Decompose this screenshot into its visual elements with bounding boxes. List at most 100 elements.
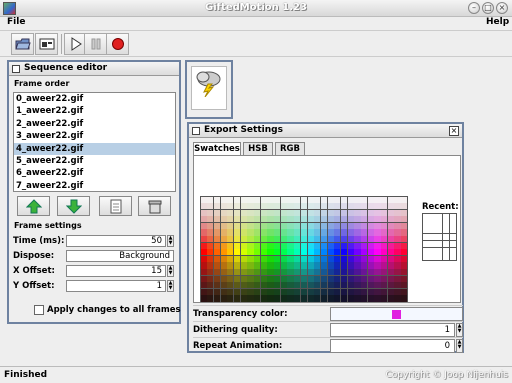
color-swatch[interactable] — [354, 282, 361, 289]
color-swatch[interactable] — [227, 255, 234, 262]
color-swatch[interactable] — [381, 255, 388, 262]
color-swatch[interactable] — [233, 203, 241, 210]
list-item[interactable]: 0_aweer22.gif — [14, 93, 175, 105]
color-swatch[interactable] — [387, 282, 394, 289]
color-swatch[interactable] — [320, 196, 328, 203]
color-swatch[interactable] — [280, 255, 287, 262]
color-swatch[interactable] — [314, 196, 321, 203]
color-swatch[interactable] — [260, 249, 267, 256]
color-swatch[interactable] — [340, 295, 348, 302]
color-swatch[interactable] — [340, 255, 348, 262]
color-swatch[interactable] — [394, 269, 401, 276]
dithering-spinner[interactable]: ▲ ▼ — [456, 323, 463, 337]
color-swatch[interactable] — [227, 262, 234, 269]
color-swatch[interactable] — [387, 209, 394, 216]
color-swatch[interactable] — [227, 236, 234, 243]
color-swatch[interactable] — [334, 209, 341, 216]
color-swatch[interactable] — [394, 203, 401, 210]
color-swatch[interactable] — [207, 282, 214, 289]
color-swatch[interactable] — [207, 236, 214, 243]
color-swatch[interactable] — [394, 275, 401, 282]
color-swatch[interactable] — [327, 236, 334, 243]
color-swatch[interactable] — [274, 288, 281, 295]
menu-file[interactable]: File — [7, 17, 25, 27]
color-swatch[interactable] — [361, 288, 368, 295]
color-swatch[interactable] — [254, 216, 261, 223]
color-swatch[interactable] — [233, 288, 241, 295]
color-swatch[interactable] — [307, 249, 314, 256]
color-swatch[interactable] — [247, 269, 254, 276]
color-swatch[interactable] — [314, 216, 321, 223]
color-swatch[interactable] — [307, 269, 314, 276]
color-swatch[interactable] — [361, 222, 368, 229]
color-swatch[interactable] — [280, 295, 287, 302]
color-swatch[interactable] — [254, 269, 261, 276]
color-swatch[interactable] — [240, 282, 247, 289]
color-swatch[interactable] — [334, 229, 341, 236]
color-swatch[interactable] — [213, 262, 221, 269]
color-swatch[interactable] — [254, 222, 261, 229]
color-swatch[interactable] — [274, 242, 281, 249]
color-swatch[interactable] — [254, 203, 261, 210]
recent-swatch[interactable] — [422, 233, 429, 241]
color-swatch[interactable] — [247, 203, 254, 210]
color-swatch[interactable] — [334, 295, 341, 302]
color-swatch[interactable] — [247, 216, 254, 223]
color-swatch[interactable] — [260, 236, 267, 243]
move-down-button[interactable] — [57, 196, 90, 216]
close-icon[interactable]: × — [449, 126, 459, 136]
color-swatch[interactable] — [233, 275, 241, 282]
color-swatch[interactable] — [227, 275, 234, 282]
color-swatch[interactable] — [267, 249, 274, 256]
color-swatch[interactable] — [287, 236, 294, 243]
color-swatch[interactable] — [361, 236, 368, 243]
color-swatch[interactable] — [260, 209, 267, 216]
color-swatch[interactable] — [267, 222, 274, 229]
color-swatch[interactable] — [394, 216, 401, 223]
color-swatch[interactable] — [200, 275, 207, 282]
color-swatch[interactable] — [327, 216, 334, 223]
color-swatch[interactable] — [267, 282, 274, 289]
color-swatch[interactable] — [361, 209, 368, 216]
color-swatch[interactable] — [367, 203, 374, 210]
tab-rgb[interactable]: RGB — [275, 142, 305, 155]
color-swatch[interactable] — [267, 236, 274, 243]
color-swatch[interactable] — [207, 209, 214, 216]
pause-button[interactable] — [84, 33, 107, 55]
color-swatch[interactable] — [260, 222, 267, 229]
color-swatch[interactable] — [374, 203, 381, 210]
color-swatch[interactable] — [361, 275, 368, 282]
color-swatch[interactable] — [307, 216, 314, 223]
recent-swatch[interactable] — [422, 213, 429, 220]
color-swatch[interactable] — [361, 203, 368, 210]
color-swatch[interactable] — [274, 203, 281, 210]
color-swatch[interactable] — [307, 229, 314, 236]
color-swatch[interactable] — [314, 275, 321, 282]
color-swatch[interactable] — [213, 282, 221, 289]
color-swatch[interactable] — [240, 229, 247, 236]
color-swatch[interactable] — [233, 236, 241, 243]
color-swatch[interactable] — [361, 242, 368, 249]
copy-frame-button[interactable] — [99, 196, 132, 216]
color-swatch[interactable] — [347, 282, 354, 289]
color-swatch[interactable] — [254, 255, 261, 262]
color-swatch[interactable] — [300, 209, 307, 216]
color-swatch[interactable] — [274, 255, 281, 262]
color-swatch[interactable] — [274, 295, 281, 302]
list-item[interactable]: 3_aweer22.gif — [14, 130, 175, 142]
color-swatch[interactable] — [260, 242, 267, 249]
color-swatch[interactable] — [213, 288, 221, 295]
color-swatch[interactable] — [347, 203, 354, 210]
color-swatch[interactable] — [267, 255, 274, 262]
color-swatch[interactable] — [354, 216, 361, 223]
color-swatch[interactable] — [387, 255, 394, 262]
color-swatch[interactable] — [320, 282, 328, 289]
color-swatch[interactable] — [300, 196, 307, 203]
color-swatch[interactable] — [320, 288, 328, 295]
color-swatch[interactable] — [220, 209, 227, 216]
color-swatch[interactable] — [387, 236, 394, 243]
recent-swatch[interactable] — [442, 220, 450, 227]
color-swatch[interactable] — [314, 229, 321, 236]
recent-swatch[interactable] — [422, 247, 429, 254]
color-swatch[interactable] — [233, 216, 241, 223]
